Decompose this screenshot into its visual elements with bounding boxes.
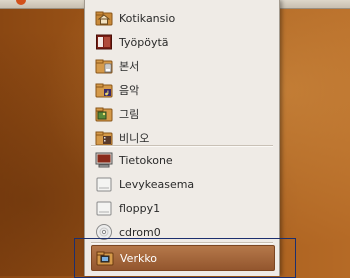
menu-item-desktop[interactable]: Työpöytä bbox=[91, 30, 273, 54]
places-menu: Kotikansio Työpöytä 본서 음악 그림 비니오 Tietoko… bbox=[84, 0, 280, 276]
menu-item-label: 그림 bbox=[119, 108, 140, 121]
floppy-drive-icon bbox=[96, 201, 112, 216]
menu-item-label: Tietokone bbox=[119, 153, 173, 167]
ubuntu-logo-icon[interactable] bbox=[16, 0, 26, 5]
desktop-icon bbox=[96, 34, 112, 50]
menu-item-home-folder[interactable]: Kotikansio bbox=[91, 6, 273, 30]
music-folder-icon bbox=[95, 83, 113, 98]
menu-item-label: Työpöytä bbox=[119, 35, 169, 49]
focus-highlight-box bbox=[74, 238, 296, 278]
menu-item-pictures[interactable]: 그림 bbox=[91, 102, 273, 126]
menu-item-computer[interactable]: Tietokone bbox=[91, 148, 273, 172]
home-folder-icon bbox=[95, 11, 113, 26]
menu-item-label: Levykeasema bbox=[119, 177, 195, 191]
menu-item-floppy-drive[interactable]: Levykeasema bbox=[91, 172, 273, 196]
documents-folder-icon bbox=[95, 59, 113, 74]
menu-item-label: 본서 bbox=[119, 60, 140, 73]
menu-separator bbox=[91, 145, 273, 147]
menu-item-label: 비니오 bbox=[119, 132, 150, 145]
menu-item-label: floppy1 bbox=[119, 201, 161, 215]
menu-item-floppy1[interactable]: floppy1 bbox=[91, 196, 273, 220]
pictures-folder-icon bbox=[95, 107, 113, 122]
menu-item-documents[interactable]: 본서 bbox=[91, 54, 273, 78]
menu-item-label: cdrom0 bbox=[119, 225, 161, 239]
floppy-drive-icon bbox=[96, 177, 112, 192]
menu-item-label: 음악 bbox=[119, 84, 140, 97]
menu-item-music[interactable]: 음악 bbox=[91, 78, 273, 102]
computer-icon bbox=[95, 152, 113, 168]
menu-item-label: Kotikansio bbox=[119, 11, 176, 25]
